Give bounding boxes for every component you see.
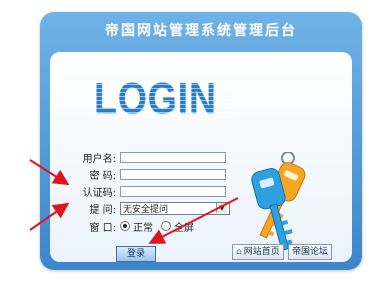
radio-normal-label: 正常 bbox=[133, 222, 153, 234]
forum-label: 帝国论坛 bbox=[292, 247, 329, 257]
captcha-label: 认证码: bbox=[82, 187, 116, 199]
captcha-input[interactable] bbox=[120, 185, 226, 197]
window-row: 窗 口: 正常 全屏 bbox=[72, 219, 202, 234]
username-input[interactable] bbox=[120, 151, 226, 163]
username-row: 用户名: bbox=[72, 150, 226, 165]
question-select[interactable]: 无安全提问 ▼ bbox=[120, 201, 230, 215]
chevron-down-icon[interactable]: ▼ bbox=[216, 203, 227, 213]
panel-title: 帝国网站管理系统管理后台 bbox=[105, 23, 297, 39]
site-home-button[interactable]: ⌂ 网站首页 bbox=[232, 244, 284, 260]
site-home-label: 网站首页 bbox=[243, 247, 280, 257]
login-button[interactable]: 登录 bbox=[116, 246, 156, 262]
password-row: 密 码: bbox=[72, 167, 226, 182]
window-option-normal[interactable]: 正常 bbox=[120, 219, 153, 234]
radio-fullscreen-label: 全屏 bbox=[174, 222, 194, 234]
window-label: 窗 口: bbox=[89, 222, 116, 234]
radio-normal[interactable] bbox=[120, 221, 130, 231]
home-icon: ⌂ bbox=[236, 247, 242, 257]
login-logo-text: LOGIN bbox=[94, 74, 217, 123]
question-row: 提 问: 无安全提问 ▼ bbox=[72, 201, 230, 216]
password-input[interactable] bbox=[120, 168, 226, 180]
username-label: 用户名: bbox=[82, 153, 116, 165]
window-option-fullscreen[interactable]: 全屏 bbox=[161, 219, 194, 234]
password-label: 密 码: bbox=[89, 170, 116, 182]
forum-button[interactable]: 帝国论坛 bbox=[288, 244, 333, 260]
question-label: 提 问: bbox=[89, 204, 116, 216]
question-select-value: 无安全提问 bbox=[123, 204, 169, 215]
radio-fullscreen[interactable] bbox=[161, 221, 171, 231]
captcha-row: 认证码: bbox=[72, 184, 226, 199]
login-panel: 帝国网站管理系统管理后台 LOGIN 用户名: 密 码: 认证码: 提 问: 无… bbox=[40, 12, 362, 270]
login-inner-panel: LOGIN 用户名: 密 码: 认证码: 提 问: 无安全提问 ▼ 窗 口: 正… bbox=[50, 52, 352, 262]
